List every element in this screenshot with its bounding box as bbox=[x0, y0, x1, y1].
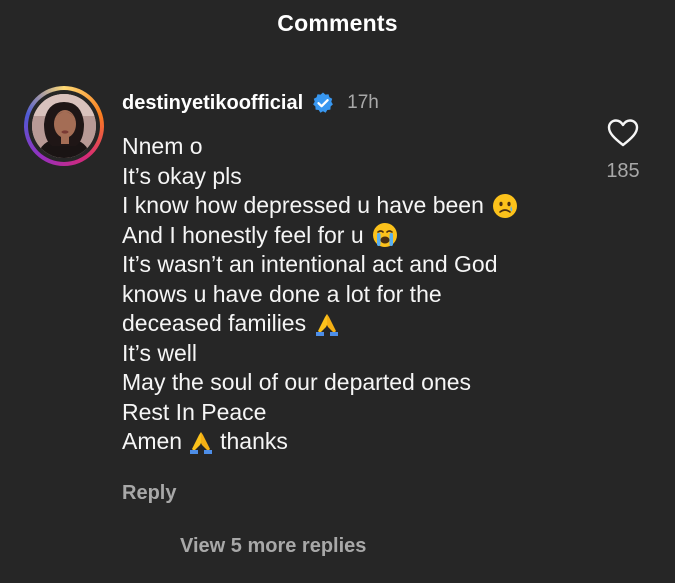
verified-badge-icon bbox=[313, 92, 334, 113]
avatar-ring-gap bbox=[28, 90, 100, 162]
view-more-replies-button[interactable]: View 5 more replies bbox=[180, 535, 366, 558]
avatar-portrait-icon bbox=[32, 94, 96, 158]
heart-outline-icon[interactable] bbox=[606, 118, 640, 148]
reply-button[interactable]: Reply bbox=[122, 482, 176, 505]
comment-header: destinyetikoofficial 17h bbox=[122, 90, 379, 116]
comment-text: Nnem o It’s okay pls I know how depresse… bbox=[122, 132, 592, 457]
comment-line: It’s wasn’t an intentional act and God bbox=[122, 250, 592, 280]
loudly-crying-emoji-icon bbox=[372, 223, 397, 248]
comment-line-text: Rest In Peace bbox=[122, 398, 267, 425]
comment-line: knows u have done a lot for the bbox=[122, 280, 592, 310]
comment-line-text: It’s wasn’t an intentional act and God bbox=[122, 251, 498, 277]
comment-line: And I honestly feel for u bbox=[122, 221, 592, 251]
like-count: 185 bbox=[606, 160, 640, 182]
comment-line-text: It’s okay pls bbox=[122, 162, 242, 189]
avatar-photo bbox=[32, 94, 96, 158]
comment-line-text: And I honestly feel for u bbox=[122, 221, 364, 248]
comment-line-text: May the soul of our departed ones bbox=[122, 369, 472, 395]
comments-screen: Comments destinyetikoofficial 17h Nnem o… bbox=[0, 0, 675, 583]
folded-hands-emoji-icon bbox=[190, 431, 213, 454]
comment-line: deceased families bbox=[122, 309, 592, 339]
comment-line: May the soul of our departed ones bbox=[122, 368, 592, 398]
folded-hands-emoji-icon bbox=[316, 313, 339, 336]
username[interactable]: destinyetikoofficial bbox=[122, 92, 303, 115]
comment-line-text: I know how depressed u have been bbox=[122, 192, 484, 218]
comment-line: Nnem o bbox=[122, 132, 592, 162]
comment-line: I know how depressed u have been bbox=[122, 191, 592, 221]
comment-line: Rest In Peace bbox=[122, 398, 592, 428]
comment-timestamp: 17h bbox=[347, 92, 379, 113]
page-title: Comments bbox=[277, 10, 398, 36]
comment-line: It’s okay pls bbox=[122, 162, 592, 192]
comment-line-text: thanks bbox=[220, 428, 288, 454]
comment-line-text: deceased families bbox=[122, 310, 307, 336]
comment-line-text: Nnem o bbox=[122, 133, 203, 159]
comment-line-text: knows u have done a lot for the bbox=[122, 280, 442, 307]
comment-line: Amen thanks bbox=[122, 427, 592, 457]
comment-line-text: Amen bbox=[122, 428, 183, 454]
comment-line: It’s well bbox=[122, 339, 592, 369]
comment-line-text: It’s well bbox=[122, 339, 197, 366]
sad-tear-emoji-icon bbox=[492, 193, 517, 218]
avatar[interactable] bbox=[24, 86, 104, 166]
